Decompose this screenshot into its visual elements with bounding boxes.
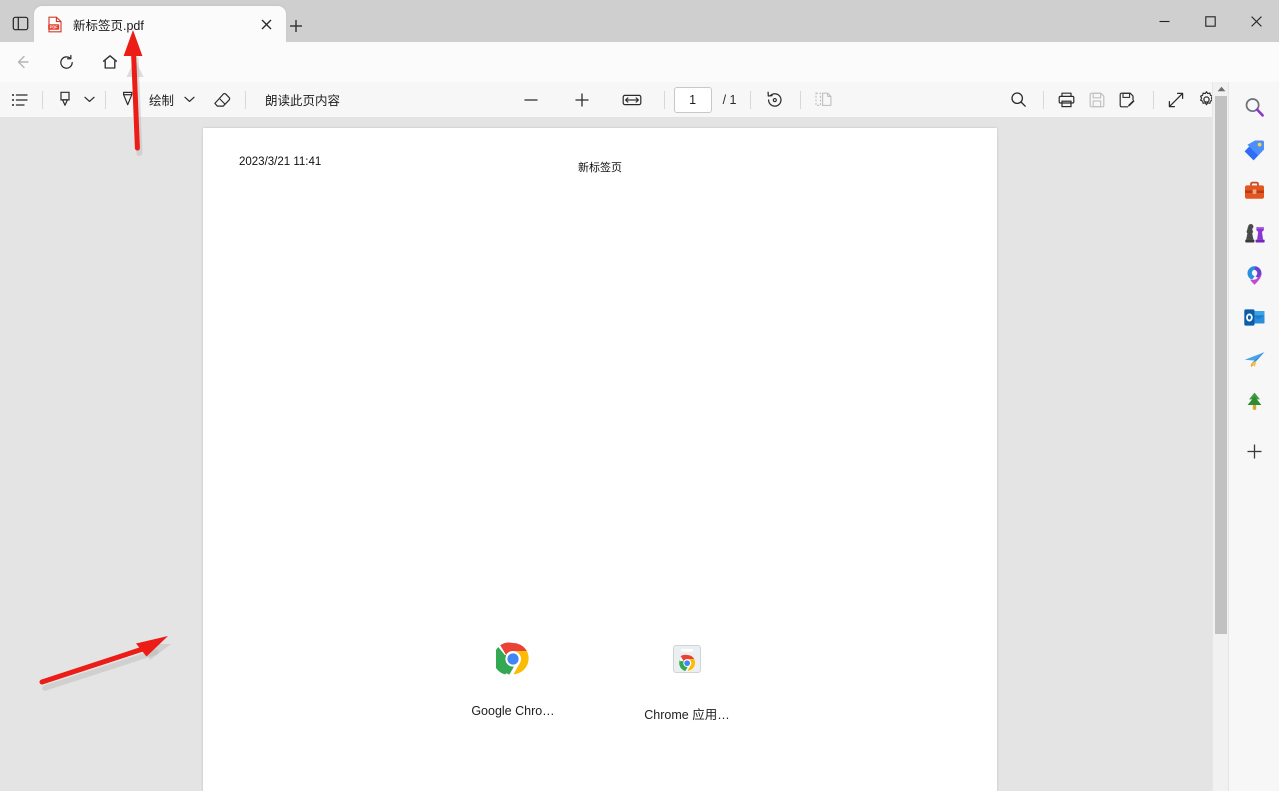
chrome-app-icon xyxy=(666,638,708,680)
shortcut-tile-list: Google Chro… Chrome 应用… xyxy=(203,638,997,723)
print-button[interactable] xyxy=(1052,86,1081,114)
sidebar-tools-icon[interactable] xyxy=(1237,174,1271,208)
sidebar-search-icon[interactable] xyxy=(1237,90,1271,124)
shortcut-tile[interactable]: Google Chro… xyxy=(448,638,578,723)
pdf-toolbar: 绘制 朗读此页内容 1 / 1 xyxy=(0,82,1231,118)
tab-strip-left xyxy=(0,0,37,42)
tab-actions-button[interactable] xyxy=(3,6,37,40)
scrollbar-up-arrow-icon[interactable] xyxy=(1213,82,1229,96)
window-maximize-button[interactable] xyxy=(1187,0,1233,42)
window-controls xyxy=(1141,0,1279,42)
pdf-toolbar-divider-5 xyxy=(750,90,752,109)
sidebar-add-icon[interactable] xyxy=(1237,434,1271,468)
new-tab-button[interactable] xyxy=(282,12,310,40)
read-aloud-button[interactable]: 朗读此页内容 xyxy=(254,86,351,114)
sidebar-tree-icon[interactable] xyxy=(1237,384,1271,418)
save-button[interactable] xyxy=(1083,86,1111,114)
shortcut-tile[interactable]: Chrome 应用… xyxy=(622,638,752,723)
pdf-toolbar-divider-4 xyxy=(663,90,665,109)
tab-strip: PDF 新标签页.pdf xyxy=(0,0,1279,42)
chrome-logo-icon xyxy=(492,638,534,680)
search-in-document-button[interactable] xyxy=(1004,86,1032,114)
fit-to-width-button[interactable] xyxy=(617,86,647,114)
sidebar-shopping-icon[interactable] xyxy=(1237,132,1271,166)
back-button[interactable] xyxy=(6,46,38,78)
pdf-viewer-area: 2023/3/21 11:41 新标签页 Google Chro… Chrome… xyxy=(0,118,1219,791)
sidebar-outlook-icon[interactable] xyxy=(1237,300,1271,334)
window-minimize-button[interactable] xyxy=(1141,0,1187,42)
edge-right-sidebar xyxy=(1228,82,1279,791)
highlight-tool-icon[interactable] xyxy=(51,86,79,114)
pdf-toolbar-divider-8 xyxy=(1153,90,1154,109)
pdf-toolbar-divider xyxy=(42,90,43,109)
page-layout-button[interactable] xyxy=(809,86,838,114)
pdf-toolbar-divider-2 xyxy=(105,90,106,109)
pdf-page: 2023/3/21 11:41 新标签页 Google Chro… Chrome… xyxy=(203,128,997,791)
fullscreen-button[interactable] xyxy=(1162,86,1190,114)
browser-toolbar: 文件 D:/tools/桌面/新标签页.pdf xyxy=(0,42,1279,119)
shortcut-label: Chrome 应用… xyxy=(644,708,730,722)
read-aloud-label: 朗读此页内容 xyxy=(265,94,341,108)
tab-close-icon[interactable] xyxy=(254,12,278,36)
page-number-input[interactable]: 1 xyxy=(673,86,712,113)
page-total-label: / 1 xyxy=(722,92,737,107)
sidebar-games-icon[interactable] xyxy=(1237,216,1271,250)
zoom-out-button[interactable] xyxy=(517,86,545,114)
sidebar-office-icon[interactable] xyxy=(1237,258,1271,292)
sidebar-telegram-icon[interactable] xyxy=(1237,342,1271,376)
home-button[interactable] xyxy=(94,46,126,78)
rotate-button[interactable] xyxy=(760,86,789,114)
window-close-button[interactable] xyxy=(1233,0,1279,42)
pdf-file-icon: PDF xyxy=(46,15,64,33)
eraser-tool-icon[interactable] xyxy=(208,86,237,114)
zoom-in-button[interactable] xyxy=(568,86,596,114)
highlight-dropdown-chevron-down-icon[interactable] xyxy=(80,87,98,113)
draw-tool-icon[interactable] xyxy=(114,86,142,114)
pdf-toolbar-divider-3 xyxy=(245,90,247,109)
shortcut-label: Google Chro… xyxy=(471,704,555,718)
scrollbar-thumb[interactable] xyxy=(1215,96,1227,634)
viewer-scrollbar[interactable] xyxy=(1212,82,1228,791)
svg-text:PDF: PDF xyxy=(50,24,59,29)
pdf-page-header: 2023/3/21 11:41 新标签页 xyxy=(203,156,997,176)
pdf-toolbar-divider-6 xyxy=(800,90,802,109)
pdf-page-title: 新标签页 xyxy=(578,162,622,174)
draw-label: 绘制 xyxy=(149,94,175,108)
pdf-toolbar-divider-7 xyxy=(1043,90,1044,109)
page-view-toc-icon[interactable] xyxy=(6,86,34,114)
tab-title: 新标签页.pdf xyxy=(73,18,144,33)
refresh-button[interactable] xyxy=(50,46,82,78)
browser-tab-active[interactable]: PDF 新标签页.pdf xyxy=(34,6,286,42)
save-as-button[interactable] xyxy=(1113,86,1142,114)
draw-dropdown-chevron-down-icon[interactable] xyxy=(180,87,198,113)
edge-browser-window: PDF 新标签页.pdf 绘制 朗读此页内容 1 / 1 2023/3/21 1… xyxy=(0,0,1279,791)
